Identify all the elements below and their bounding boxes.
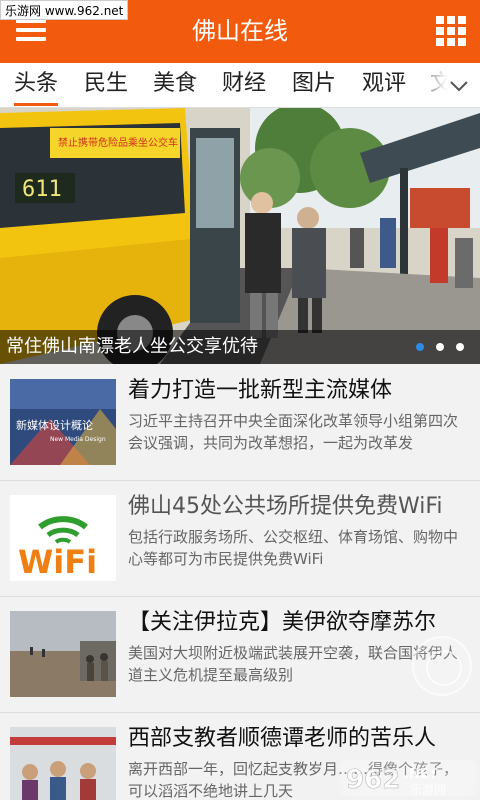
carousel-dot-active[interactable] <box>416 343 424 351</box>
bus-number: 611 <box>22 177 62 202</box>
book-cover-subtitle: New Media Design <box>50 436 106 443</box>
hero-banner[interactable]: 611 禁止携带危险品乘坐公交车 常住佛山南漂老人坐公交享优待 <box>0 108 480 364</box>
grid-icon[interactable] <box>436 16 466 46</box>
hero-caption: 常住佛山南漂老人坐公交享优待 <box>6 336 258 357</box>
book-cover-title: 新媒体设计概论 <box>16 418 93 432</box>
news-thumbnail: WiFi <box>10 495 116 581</box>
news-title: 【关注伊拉克】美伊欲夺摩苏尔 <box>128 610 437 635</box>
tab-commentary[interactable]: 观评 <box>362 63 406 107</box>
brand-watermark: 962 .NET 乐游网 <box>340 760 476 797</box>
news-title: 西部支教者顺德谭老师的苦乐人 <box>128 726 437 751</box>
floating-action-icon[interactable] <box>412 636 472 696</box>
news-thumbnail <box>10 611 116 697</box>
hero-image: 611 禁止携带危险品乘坐公交车 <box>0 108 480 364</box>
wifi-logo-icon: WiFi <box>10 495 116 581</box>
news-item[interactable]: WiFi 佛山45处公共场所提供免费WiFi 包括行政服务场所、公交枢纽、体育场… <box>0 482 480 597</box>
news-thumbnail: 新媒体设计概论 New Media Design <box>10 379 116 465</box>
category-tabs: 头条 民生 美食 财经 图片 观评 文 <box>0 63 480 108</box>
tab-headlines[interactable]: 头条 <box>14 63 59 107</box>
tab-livelihood[interactable]: 民生 <box>84 63 128 107</box>
news-thumbnail <box>10 727 116 800</box>
carousel-indicator <box>416 343 464 351</box>
news-desc: 包括行政服务场所、公交枢纽、体育场馆、购物中心等都可为市民提供免费WiFi <box>128 528 459 568</box>
news-desc: 习近平主持召开中央全面深化改革领导小组第四次会议强调，共同为改革想招，一起为改革… <box>128 412 459 452</box>
tab-food[interactable]: 美食 <box>153 63 197 107</box>
tab-pictures[interactable]: 图片 <box>292 63 336 107</box>
news-title: 着力打造一批新型主流媒体 <box>128 378 393 403</box>
news-item[interactable]: 新媒体设计概论 New Media Design 着力打造一批新型主流媒体 习近… <box>0 366 480 481</box>
carousel-dot[interactable] <box>456 343 464 351</box>
watermark-domain: .NET <box>404 767 438 782</box>
wifi-logo-text: WiFi <box>18 543 97 581</box>
news-item[interactable]: 【关注伊拉克】美伊欲夺摩苏尔 美国对大坝附近极端武装展开空袭，联合国将伊人道主义… <box>0 598 480 713</box>
hero-caption-bar: 常住佛山南漂老人坐公交享优待 <box>0 330 480 364</box>
tab-finance[interactable]: 财经 <box>222 63 266 107</box>
watermark-brand: 962 <box>346 765 400 795</box>
app-screen: 佛山在线 乐游网 www.962.net 头条 民生 美食 财经 图片 观评 文 <box>0 0 480 800</box>
bus-sign: 禁止携带危险品乘坐公交车 <box>58 136 178 149</box>
carousel-dot[interactable] <box>436 343 444 351</box>
chevron-down-icon[interactable] <box>448 75 470 97</box>
watermark-sub: 乐游网 <box>410 783 446 797</box>
news-title: 佛山45处公共场所提供免费WiFi <box>128 494 443 519</box>
site-watermark: 乐游网 www.962.net <box>0 0 129 20</box>
